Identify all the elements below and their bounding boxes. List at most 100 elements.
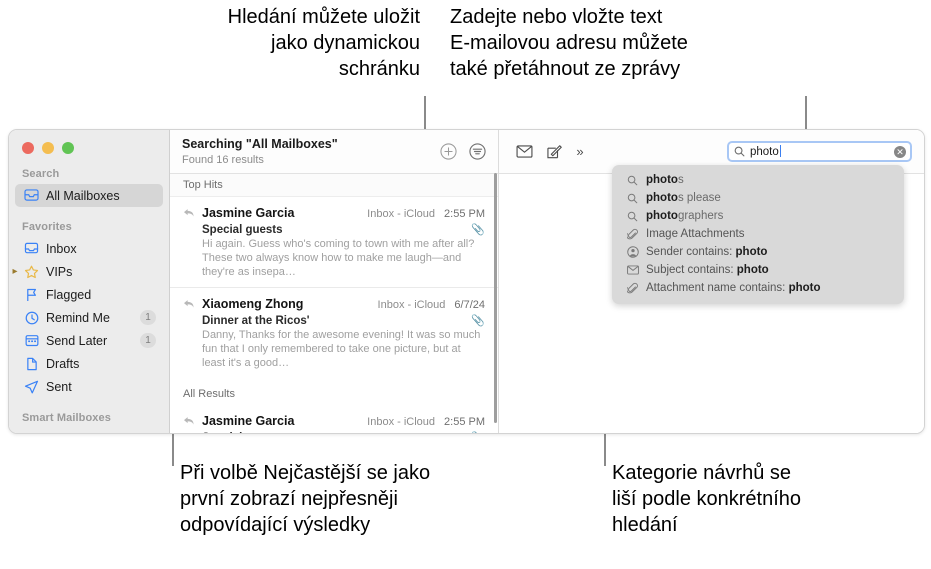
minimize-button[interactable] xyxy=(42,142,54,154)
sidebar-item-remind-me[interactable]: Remind Me 1 xyxy=(15,306,163,329)
sidebar-item-vips[interactable]: ▸ VIPs xyxy=(12,260,163,283)
message-row[interactable]: Xiaomeng Zhong Inbox - iCloud 6/7/24 Din… xyxy=(170,287,498,378)
clear-search-button[interactable]: ✕ xyxy=(894,145,906,158)
status-badge: 1 xyxy=(140,310,156,325)
reply-arrow-icon xyxy=(183,413,196,431)
message-list-scrollbar[interactable] xyxy=(494,173,497,423)
person-icon xyxy=(625,246,640,258)
sidebar-item-label: Remind Me xyxy=(46,310,110,325)
search-suggestions-popup: photos photos please photographers Image… xyxy=(612,165,904,304)
message-list-scroll[interactable]: Top Hits Jasmine Garcia Inbox - iCloud 2… xyxy=(170,174,498,433)
message-mailbox: Inbox - iCloud xyxy=(367,208,436,220)
paperclip-icon: 📎 xyxy=(471,224,485,236)
close-button[interactable] xyxy=(22,142,34,154)
message-preview: Hi again. Guess who's coming to town wit… xyxy=(202,238,475,278)
suggestion-label: Image Attachments xyxy=(646,228,745,240)
list-section-header-top-hits: Top Hits xyxy=(170,174,498,197)
suggestion-match: photo xyxy=(736,264,769,276)
reply-arrow-icon xyxy=(183,296,196,314)
sent-icon xyxy=(22,380,41,394)
callout-save-search: Hledání můžete uložit jako dynamickou sc… xyxy=(227,6,420,80)
search-input-value: photo xyxy=(750,146,779,158)
paperclip-icon xyxy=(625,228,640,240)
message-list-header: Searching "All Mailboxes" Found 16 resul… xyxy=(170,130,498,174)
suggestion-match: photo xyxy=(735,246,768,258)
sidebar-item-sent[interactable]: Sent xyxy=(15,375,163,398)
suggestion-rest: s xyxy=(677,174,684,186)
save-search-button[interactable] xyxy=(438,142,458,162)
text-caret xyxy=(779,145,781,157)
paperclip-icon: 📎 xyxy=(471,431,485,433)
sidebar-item-inbox[interactable]: Inbox xyxy=(15,237,163,260)
sidebar-item-all-mailboxes[interactable]: All Mailboxes xyxy=(15,184,163,207)
search-results-count: Found 16 results xyxy=(182,153,264,166)
sidebar-item-label: Sent xyxy=(46,379,72,394)
message-mailbox: Inbox - iCloud xyxy=(377,299,446,311)
suggestion-item-photos[interactable]: photos xyxy=(612,171,904,189)
callout-type-paste: Zadejte nebo vložte text E-mailovou adre… xyxy=(450,6,688,80)
message-sender: Jasmine Garcia xyxy=(202,206,295,220)
message-row[interactable]: Jasmine Garcia Inbox - iCloud 2:55 PM Sp… xyxy=(170,405,498,433)
suggestion-item-subject-contains[interactable]: Subject contains: photo xyxy=(612,261,904,279)
suggestion-match: photo xyxy=(788,282,821,294)
sidebar-section-header-favorites: Favorites xyxy=(22,221,72,233)
message-sender: Jasmine Garcia xyxy=(202,414,295,428)
inbox-icon xyxy=(22,242,41,255)
sidebar-item-label: Inbox xyxy=(46,241,77,256)
callout-top-hits: Při volbě Nejčastější se jako první zobr… xyxy=(180,462,431,536)
search-input[interactable]: photo ✕ xyxy=(727,141,912,162)
search-status-title: Searching "All Mailboxes" xyxy=(182,136,338,151)
sidebar-item-send-later[interactable]: Send Later 1 xyxy=(15,329,163,352)
message-row[interactable]: Jasmine Garcia Inbox - iCloud 2:55 PM Sp… xyxy=(170,197,498,287)
sidebar-section-header-search: Search xyxy=(22,168,60,180)
message-sender: Xiaomeng Zhong xyxy=(202,297,304,311)
search-icon xyxy=(734,146,745,157)
search-icon xyxy=(625,175,640,186)
suggestion-label: Subject contains: xyxy=(646,264,737,276)
suggestion-match: photo xyxy=(646,174,678,186)
message-subject: Special guests xyxy=(202,223,283,236)
sidebar-item-label: VIPs xyxy=(46,264,73,279)
paperclip-icon: 📎 xyxy=(471,315,485,327)
sidebar-item-drafts[interactable]: Drafts xyxy=(15,352,163,375)
flag-icon xyxy=(22,288,41,302)
suggestion-rest: graphers xyxy=(677,210,724,222)
suggestion-match: photo xyxy=(646,210,678,222)
message-date: 2:55 PM xyxy=(444,208,485,220)
message-date: 2:55 PM xyxy=(444,416,485,428)
filter-button[interactable] xyxy=(467,142,487,162)
message-mailbox: Inbox - iCloud xyxy=(367,416,436,428)
list-section-header-all-results: All Results xyxy=(170,378,498,405)
paperclip-icon xyxy=(625,282,640,294)
drafts-icon xyxy=(22,357,41,371)
message-preview: Danny, Thanks for the awesome evening! I… xyxy=(202,329,481,369)
suggestion-item-image-attachments[interactable]: Image Attachments xyxy=(612,225,904,243)
sidebar-item-label: All Mailboxes xyxy=(46,188,120,203)
compose-icon[interactable] xyxy=(539,141,569,163)
window-controls xyxy=(9,130,169,154)
reply-arrow-icon xyxy=(183,205,196,223)
chevron-right-icon[interactable]: ▸ xyxy=(9,260,21,283)
suggestion-item-sender-contains[interactable]: Sender contains: photo xyxy=(612,243,904,261)
zoom-button[interactable] xyxy=(62,142,74,154)
callout-categories: Kategorie návrhů se liší podle konkrétní… xyxy=(612,462,802,536)
status-badge: 1 xyxy=(140,333,156,348)
suggestion-item-photographers[interactable]: photographers xyxy=(612,207,904,225)
sidebar-item-label: Flagged xyxy=(46,287,92,302)
sidebar-item-flagged[interactable]: Flagged xyxy=(15,283,163,306)
suggestion-item-photos-please[interactable]: photos please xyxy=(612,189,904,207)
message-subject: Special guests xyxy=(202,432,471,434)
search-icon xyxy=(625,193,640,204)
clock-icon xyxy=(22,311,41,325)
suggestion-label: Sender contains: xyxy=(646,246,736,258)
suggestion-label: Attachment name contains: xyxy=(646,282,789,294)
sidebar-item-label: Drafts xyxy=(46,356,80,371)
mail-icon[interactable] xyxy=(509,141,539,163)
suggestion-item-attachment-name-contains[interactable]: Attachment name contains: photo xyxy=(612,279,904,297)
envelope-icon xyxy=(625,265,640,275)
message-list: Searching "All Mailboxes" Found 16 resul… xyxy=(170,130,499,433)
sidebar-item-label: Send Later xyxy=(46,333,108,348)
search-icon xyxy=(625,211,640,222)
toolbar-overflow-button[interactable]: » xyxy=(569,144,591,159)
suggestion-rest: s please xyxy=(677,192,721,204)
